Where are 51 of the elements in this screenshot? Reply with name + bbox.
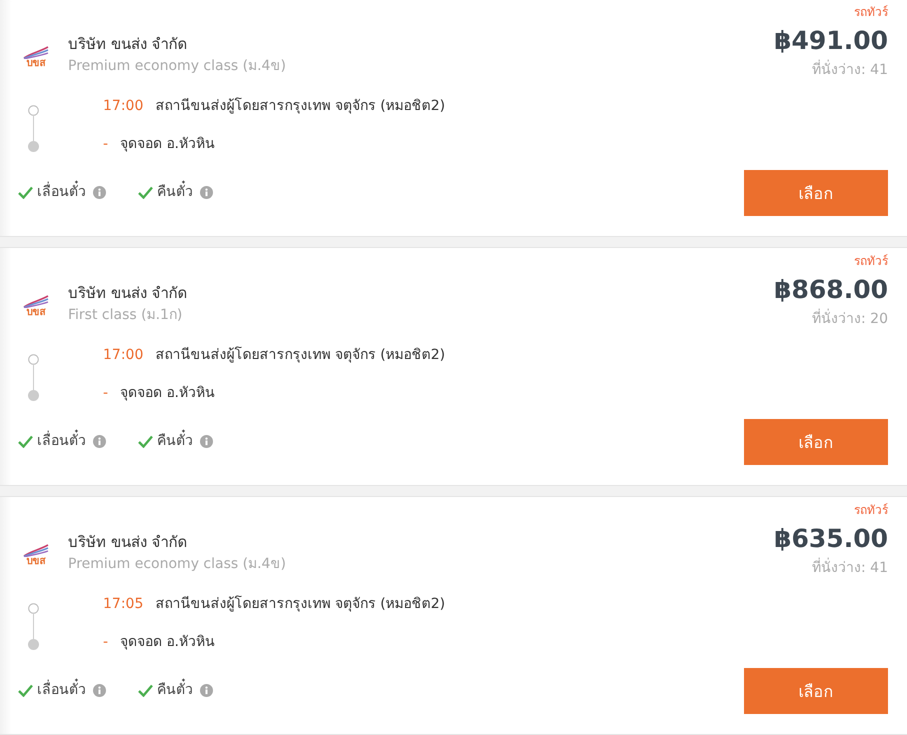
info-icon[interactable] xyxy=(200,186,213,198)
select-button[interactable]: เลือก xyxy=(744,668,888,714)
logo-swoosh-icon xyxy=(23,544,49,556)
logo-swoosh-icon xyxy=(23,294,49,308)
company-name: บริษัท ขนส่ง จำกัด xyxy=(68,34,188,55)
dash-text: - xyxy=(103,135,108,154)
seats-available: ที่นั่งว่าง: 41 xyxy=(812,60,888,80)
logo-text: บขส xyxy=(26,306,46,318)
feature-label: คืนตั๋ว xyxy=(157,431,193,451)
info-icon[interactable] xyxy=(200,684,213,696)
timeline-line xyxy=(32,116,34,141)
feature-label: คืนตั๋ว xyxy=(157,680,193,700)
feature-label: เลื่อนตั๋ว xyxy=(37,680,86,700)
stop-place: สถานีขนส่งผู้โดยสารกรุงเทพ จตุจักร (หมอชิต2) xyxy=(155,594,446,614)
price: ฿635.00 xyxy=(774,523,888,555)
info-icon[interactable] xyxy=(93,186,106,198)
info-icon[interactable] xyxy=(93,434,106,448)
stop-place: จุดจอด อ.หัวหิน xyxy=(120,135,215,154)
departure-time: 17:05 xyxy=(103,595,144,614)
stop-place: จุดจอด อ.หัวหิน xyxy=(120,384,215,403)
price: ฿868.00 xyxy=(774,274,888,306)
stop-place: สถานีขนส่งผู้โดยสารกรุงเทพ จตุจักร (หมอชิต2) xyxy=(155,96,446,116)
vehicle-type-label: รถทัวร์ xyxy=(854,253,888,269)
seat-class: Premium economy class (ม.4ข) xyxy=(68,57,286,76)
select-button[interactable]: เลือก xyxy=(744,419,888,465)
price: ฿491.00 xyxy=(774,25,888,57)
info-icon[interactable] xyxy=(200,434,213,448)
timeline-line xyxy=(32,614,34,639)
select-button[interactable]: เลือก xyxy=(744,170,888,216)
departure-time: 17:00 xyxy=(103,346,144,365)
stop-place: สถานีขนส่งผู้โดยสารกรุงเทพ จตุจักร (หมอชิต2) xyxy=(155,346,446,365)
company-name: บริษัท ขนส่ง จำกัด xyxy=(68,283,188,304)
dash-text: - xyxy=(103,633,108,652)
feature-label: คืนตั๋ว xyxy=(157,182,193,202)
company-name: บริษัท ขนส่ง จำกัด xyxy=(68,532,188,553)
logo-text: บขส xyxy=(26,556,46,566)
logo-text: บขส xyxy=(26,58,46,68)
seat-class: First class (ม.1ก) xyxy=(68,306,182,325)
info-icon[interactable] xyxy=(93,684,106,696)
timeline-line xyxy=(32,365,34,390)
feature-label: เลื่อนตั๋ว xyxy=(37,182,86,202)
stop-place: จุดจอด อ.หัวหิน xyxy=(120,633,215,652)
seats-available: ที่นั่งว่าง: 41 xyxy=(812,558,888,578)
logo-swoosh-icon xyxy=(23,46,49,58)
departure-time: 17:00 xyxy=(103,97,144,116)
vehicle-type-label: รถทัวร์ xyxy=(854,502,888,518)
seats-available: ที่นั่งว่าง: 20 xyxy=(812,309,888,329)
vehicle-type-label: รถทัวร์ xyxy=(854,4,888,20)
dash-text: - xyxy=(103,384,108,403)
seat-class: Premium economy class (ม.4ข) xyxy=(68,555,286,574)
feature-label: เลื่อนตั๋ว xyxy=(37,431,86,451)
